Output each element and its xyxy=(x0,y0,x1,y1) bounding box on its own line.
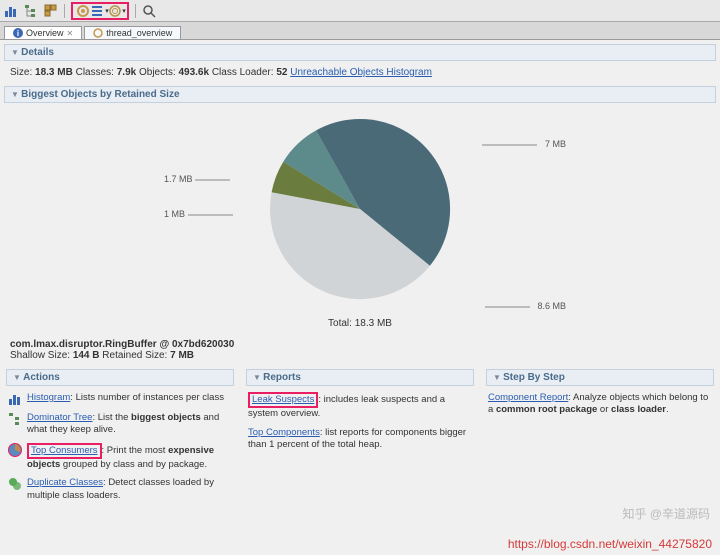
tab-overview[interactable]: i Overview ✕ xyxy=(4,26,82,39)
reports-header[interactable]: Reports xyxy=(246,369,474,386)
action-histogram: Histogram: Lists number of instances per… xyxy=(8,392,232,406)
component-report-link[interactable]: Component Report xyxy=(488,392,568,403)
squares-icon[interactable] xyxy=(44,4,58,18)
bar-chart-icon xyxy=(8,392,22,406)
action-duplicate: Duplicate Classes: Detect classes loaded… xyxy=(8,477,232,502)
watermark: 知乎 @辛道源码 xyxy=(622,505,710,522)
slice-label-1.7mb: 1.7 MB xyxy=(164,174,235,184)
unreachable-link[interactable]: Unreachable Objects Histogram xyxy=(290,67,432,78)
tree-icon[interactable] xyxy=(24,4,38,18)
actions-body: Histogram: Lists number of instances per… xyxy=(2,388,238,512)
highlighted-toolbar-group: ▾ ▾ xyxy=(71,2,129,20)
histogram-link[interactable]: Histogram xyxy=(27,392,70,403)
search-icon[interactable] xyxy=(142,4,156,18)
dup-icon xyxy=(8,477,22,491)
gear-icon[interactable] xyxy=(76,4,90,18)
bar-chart-icon[interactable] xyxy=(4,4,18,18)
chart-total: Total: 18.3 MB xyxy=(4,318,716,329)
tab-label: thread_overview xyxy=(106,28,172,38)
tree-icon xyxy=(8,412,22,426)
biggest-header[interactable]: Biggest Objects by Retained Size xyxy=(4,86,716,103)
details-header[interactable]: Details xyxy=(4,44,716,61)
source-url: https://blog.csdn.net/weixin_44275820 xyxy=(508,537,712,551)
slice-label-1mb: 1 MB xyxy=(164,209,238,219)
details-body: Size: 18.3 MB Classes: 7.9k Objects: 493… xyxy=(0,63,720,82)
list-icon[interactable]: ▾ xyxy=(93,4,107,18)
dominator-link[interactable]: Dominator Tree xyxy=(27,412,92,423)
tab-thread-overview[interactable]: thread_overview xyxy=(84,26,181,39)
actions-header[interactable]: Actions xyxy=(6,369,234,386)
pie-icon xyxy=(8,443,22,457)
toolbar: ▾ ▾ xyxy=(0,0,720,22)
report-top-components: Top Components: list reports for compone… xyxy=(248,427,472,452)
action-dominator: Dominator Tree: List the biggest objects… xyxy=(8,412,232,437)
selected-object: com.lmax.disruptor.RingBuffer @ 0x7bd620… xyxy=(0,335,720,365)
close-icon[interactable]: ✕ xyxy=(67,29,74,38)
separator xyxy=(135,4,136,18)
top-components-link[interactable]: Top Components xyxy=(248,427,320,438)
stepbystep-body: Component Report: Analyze objects which … xyxy=(482,388,718,427)
report-leak: Leak Suspects: includes leak suspects an… xyxy=(248,392,472,421)
top-consumers-link[interactable]: Top Consumers xyxy=(31,445,98,456)
spiral-icon[interactable]: ▾ xyxy=(110,4,124,18)
stepbystep-header[interactable]: Step By Step xyxy=(486,369,714,386)
separator xyxy=(64,4,65,18)
leak-suspects-link[interactable]: Leak Suspects xyxy=(252,394,314,405)
info-icon: i xyxy=(13,28,23,38)
action-top-consumers: Top Consumers: Print the most expensive … xyxy=(8,443,232,472)
gear-icon xyxy=(93,28,103,38)
step-component-report: Component Report: Analyze objects which … xyxy=(488,392,712,417)
editor-tabs: i Overview ✕ thread_overview xyxy=(0,22,720,40)
tab-label: Overview xyxy=(26,28,64,38)
reports-body: Leak Suspects: includes leak suspects an… xyxy=(242,388,478,461)
slice-label-7mb: 7 MB xyxy=(482,139,566,149)
svg-text:i: i xyxy=(17,29,19,38)
duplicate-link[interactable]: Duplicate Classes xyxy=(27,477,103,488)
pie-chart: 7 MB 1.7 MB 1 MB 8.6 MB Total: 18.3 MB xyxy=(4,109,716,329)
slice-label-8.6mb: 8.6 MB xyxy=(485,301,566,311)
